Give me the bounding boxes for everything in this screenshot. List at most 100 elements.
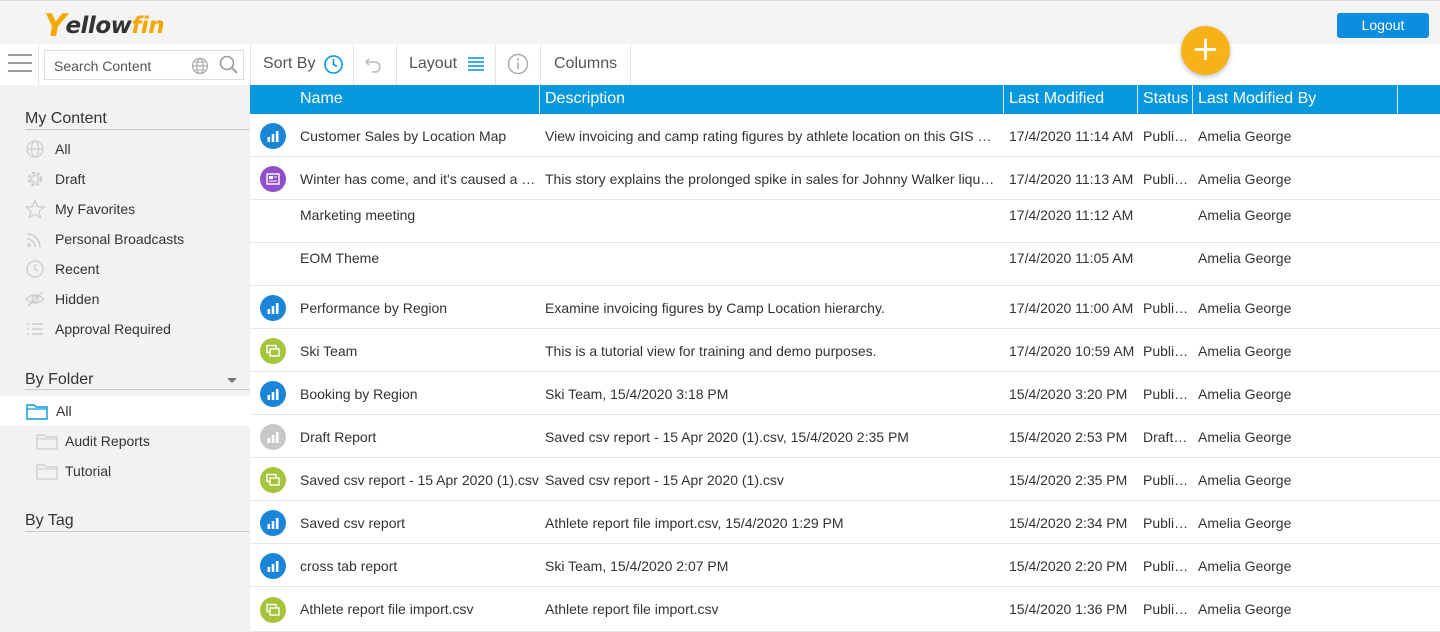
column-divider[interactable] <box>1192 85 1193 114</box>
clock-sort-icon[interactable] <box>323 54 344 75</box>
cell-last-modified: 15/4/2020 2:34 PM <box>1009 515 1128 531</box>
table-row[interactable]: Customer Sales by Location Map View invoi… <box>250 114 1440 157</box>
table-row[interactable]: Ski Team This is a tutorial view for trai… <box>250 329 1440 372</box>
layout-button[interactable]: Layout <box>409 55 457 73</box>
cell-last-modified: 15/4/2020 2:20 PM <box>1009 558 1128 574</box>
column-header-description[interactable]: Description <box>545 90 625 108</box>
yellowfin-logo[interactable]: Yellowfin <box>44 8 165 44</box>
cell-name: Draft Report <box>300 429 377 445</box>
column-header-last-modified[interactable]: Last Modified <box>1009 90 1104 108</box>
toolbar-divider <box>540 44 541 85</box>
table-row[interactable]: Winter has come, and it's caused a spike… <box>250 157 1440 200</box>
cell-last-modified: 17/4/2020 10:59 AM <box>1009 343 1135 359</box>
columns-button[interactable]: Columns <box>554 55 617 73</box>
table-row[interactable]: EOM Theme 17/4/2020 11:05 AM Amelia George <box>250 243 1440 286</box>
cell-description: Saved csv report - 15 Apr 2020 (1).csv <box>545 472 784 488</box>
sidebar: My Content All Draft My Favorites Person… <box>0 85 250 632</box>
cell-last-modified-by: Amelia George <box>1198 128 1292 144</box>
column-divider[interactable] <box>1003 85 1004 114</box>
globe-icon[interactable] <box>191 57 209 75</box>
cell-status: Public Content <box>1143 601 1191 617</box>
cell-last-modified-by: Amelia George <box>1198 601 1292 617</box>
sidebar-item-draft[interactable]: Draft <box>25 167 85 191</box>
eye-slash-icon <box>25 291 45 307</box>
checklist-icon <box>27 323 43 335</box>
cell-last-modified-by: Amelia George <box>1198 171 1292 187</box>
cell-name: cross tab report <box>300 558 398 574</box>
cell-name: Booking by Region <box>300 386 418 402</box>
folder-item-audit-reports[interactable]: Audit Reports <box>36 429 150 453</box>
cell-name: EOM Theme <box>300 250 380 266</box>
my-content-heading[interactable]: My Content <box>25 110 107 128</box>
section-divider <box>25 389 250 390</box>
cell-last-modified-by: Amelia George <box>1198 515 1292 531</box>
sidebar-item-recent[interactable]: Recent <box>25 257 99 281</box>
report-chart-icon <box>260 552 286 579</box>
sort-by-button[interactable]: Sort By <box>263 55 315 73</box>
toolbar-divider <box>38 44 39 85</box>
sidebar-item-all[interactable]: All <box>25 137 71 161</box>
report-chart-icon <box>260 380 286 407</box>
table-row[interactable]: cross tab report Ski Team, 15/4/2020 2:07… <box>250 544 1440 587</box>
sidebar-item-broadcasts[interactable]: Personal Broadcasts <box>25 227 184 251</box>
cell-name: Saved csv report <box>300 515 406 531</box>
view-icon <box>260 596 286 623</box>
table-row[interactable]: Saved csv report - 15 Apr 2020 (1).csv Sa… <box>250 458 1440 501</box>
column-divider[interactable] <box>1137 85 1138 114</box>
hamburger-menu-icon[interactable] <box>8 54 32 74</box>
cell-last-modified-by: Amelia George <box>1198 429 1292 445</box>
table-row[interactable]: Booking by Region Ski Team, 15/4/2020 3:1… <box>250 372 1440 415</box>
column-divider[interactable] <box>1397 85 1398 114</box>
table-row[interactable]: Marketing meeting 17/4/2020 11:12 AM Ameli… <box>250 200 1440 243</box>
table-header: Name Description Last Modified Status La… <box>250 85 1440 114</box>
globe-icon <box>26 140 44 158</box>
logout-button[interactable]: Logout <box>1337 13 1429 38</box>
search-icon[interactable] <box>219 55 239 75</box>
logo-letter: Y <box>44 8 66 44</box>
sidebar-item-hidden[interactable]: Hidden <box>25 287 99 311</box>
section-divider <box>25 129 250 130</box>
cell-last-modified: 15/4/2020 1:36 PM <box>1009 601 1128 617</box>
search-input[interactable]: Search Content <box>44 50 244 80</box>
by-tag-heading[interactable]: By Tag <box>25 512 74 530</box>
cell-name: Winter has come, and it's caused a spike… <box>300 171 540 187</box>
table-row[interactable]: Performance by Region Examine invoicing f… <box>250 286 1440 329</box>
sidebar-item-favorites[interactable]: My Favorites <box>25 197 135 221</box>
cell-status: Draft Content <box>1143 429 1191 445</box>
info-icon[interactable] <box>507 53 529 75</box>
column-header-status[interactable]: Status <box>1143 90 1188 108</box>
cell-status: Public Content <box>1143 300 1191 316</box>
section-divider <box>25 531 250 532</box>
table-row[interactable]: Athlete report file import.csv Athlete re… <box>250 587 1440 632</box>
cell-name: Marketing meeting <box>300 207 416 223</box>
folder-label: Audit Reports <box>65 433 150 449</box>
cell-last-modified: 15/4/2020 2:53 PM <box>1009 429 1128 445</box>
folder-label: Tutorial <box>65 463 112 479</box>
sidebar-item-approval[interactable]: Approval Required <box>25 317 171 341</box>
column-divider[interactable] <box>539 85 540 114</box>
view-icon <box>260 466 286 493</box>
cell-last-modified-by: Amelia George <box>1198 207 1292 223</box>
folder-item-all[interactable]: All <box>26 399 72 423</box>
chevron-down-icon[interactable] <box>227 378 237 383</box>
folder-icon <box>36 464 58 480</box>
view-icon <box>260 337 286 364</box>
column-header-last-modified-by[interactable]: Last Modified By <box>1198 90 1316 108</box>
sidebar-item-label: My Favorites <box>55 201 136 217</box>
folder-item-tutorial[interactable]: Tutorial <box>36 459 111 483</box>
table-row[interactable]: Draft Report Saved csv report - 15 Apr 20… <box>250 415 1440 458</box>
cell-last-modified: 15/4/2020 2:35 PM <box>1009 472 1128 488</box>
cell-name: Customer Sales by Location Map <box>300 128 507 144</box>
undo-icon[interactable] <box>364 55 384 73</box>
cell-last-modified: 15/4/2020 3:20 PM <box>1009 386 1128 402</box>
table-row[interactable]: Saved csv report Athlete report file impo… <box>250 501 1440 544</box>
list-layout-icon[interactable] <box>467 56 485 72</box>
cell-description: Athlete report file import.csv, 15/4/202… <box>545 515 844 531</box>
column-header-name[interactable]: Name <box>300 90 343 108</box>
cell-status: Public Content <box>1143 343 1191 359</box>
add-content-button[interactable]: + <box>1181 26 1230 75</box>
toolbar-divider <box>353 44 354 85</box>
sidebar-item-label: Approval Required <box>55 321 171 337</box>
by-folder-heading[interactable]: By Folder <box>25 371 93 389</box>
toolbar-divider <box>250 44 251 85</box>
